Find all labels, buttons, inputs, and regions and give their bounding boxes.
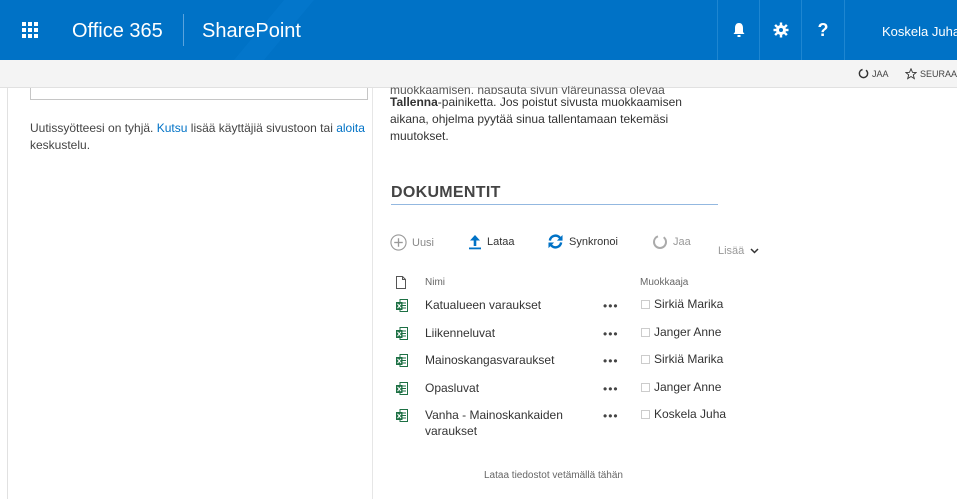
document-row[interactable]: Liikenneluvat ••• Janger Anne bbox=[0, 325, 957, 345]
question-icon: ? bbox=[817, 19, 829, 40]
modified-by-link[interactable]: Janger Anne bbox=[654, 325, 721, 339]
presence-indicator bbox=[641, 410, 650, 419]
item-menu-button[interactable]: ••• bbox=[603, 299, 619, 313]
chevron-down-icon bbox=[750, 248, 759, 254]
document-row[interactable]: Katualueen varaukset ••• Sirkiä Marika bbox=[0, 297, 957, 317]
newsfeed-end-text: keskustelu. bbox=[30, 138, 91, 152]
presence-indicator bbox=[641, 355, 650, 364]
save-word: Tallenna bbox=[390, 95, 438, 109]
item-menu-button[interactable]: ••• bbox=[603, 382, 619, 396]
document-name-link[interactable]: Opasluvat bbox=[425, 380, 585, 396]
upload-label: Lataa bbox=[487, 236, 515, 248]
share-button[interactable]: JAA bbox=[858, 68, 889, 79]
more-button[interactable]: Lisää bbox=[718, 245, 759, 257]
more-label: Lisää bbox=[718, 245, 745, 257]
modified-by-link[interactable]: Koskela Juha bbox=[654, 407, 726, 421]
modified-by-link[interactable]: Sirkiä Marika bbox=[654, 297, 723, 311]
share-icon bbox=[653, 235, 667, 249]
item-menu-button[interactable]: ••• bbox=[603, 327, 619, 341]
document-name-link[interactable]: Liikenneluvat bbox=[425, 325, 585, 341]
sync-icon bbox=[548, 234, 563, 249]
notifications-button[interactable] bbox=[718, 0, 760, 60]
sync-button[interactable]: Synkronoi bbox=[547, 234, 618, 249]
settings-button[interactable] bbox=[760, 0, 802, 60]
share-icon bbox=[858, 68, 869, 79]
new-label: Uusi bbox=[412, 236, 435, 249]
follow-label: SEURAA bbox=[920, 69, 957, 79]
excel-file-icon bbox=[396, 327, 408, 340]
column-divider bbox=[372, 88, 373, 499]
documents-title-underline bbox=[391, 204, 718, 205]
newsfeed-empty-message: Uutissyötteesi on tyhjä. Kutsu lisää käy… bbox=[30, 120, 370, 154]
excel-file-icon bbox=[396, 299, 408, 312]
excel-file-icon bbox=[396, 354, 408, 367]
presence-indicator bbox=[641, 383, 650, 392]
newsfeed-empty-text: Uutissyötteesi on tyhjä. bbox=[30, 121, 154, 135]
column-header-modified-by[interactable]: Muokkaaja bbox=[640, 277, 688, 288]
document-name-link[interactable]: Vanha - Mainoskankaiden varaukset bbox=[425, 407, 585, 439]
invite-link[interactable]: Kutsu bbox=[157, 121, 188, 135]
help-button[interactable]: ? bbox=[802, 0, 844, 60]
presence-indicator bbox=[641, 300, 650, 309]
drop-files-hint: Lataa tiedostot vetämällä tähän bbox=[484, 470, 623, 481]
document-row[interactable]: Mainoskangasvaraukset ••• Sirkiä Marika bbox=[0, 352, 957, 372]
document-row[interactable]: Opasluvat ••• Janger Anne bbox=[0, 380, 957, 400]
ribbon-bar bbox=[0, 60, 957, 88]
sharepoint-link[interactable]: SharePoint bbox=[202, 20, 301, 43]
document-name-link[interactable]: Mainoskangasvaraukset bbox=[425, 352, 585, 368]
item-menu-button[interactable]: ••• bbox=[603, 354, 619, 368]
upload-button[interactable]: Lataa bbox=[468, 234, 515, 250]
upload-arrow-icon bbox=[469, 235, 481, 250]
presence-indicator bbox=[641, 328, 650, 337]
gear-icon bbox=[773, 22, 789, 38]
follow-button[interactable]: SEURAA bbox=[905, 68, 957, 80]
modified-by-link[interactable]: Janger Anne bbox=[654, 380, 721, 394]
plus-circle-icon bbox=[390, 234, 407, 251]
share-label: JAA bbox=[872, 68, 889, 79]
bell-icon bbox=[733, 23, 745, 37]
office365-brand[interactable]: Office 365 bbox=[72, 20, 163, 43]
user-menu[interactable]: Koskela Juha bbox=[882, 24, 957, 39]
modified-by-link[interactable]: Sirkiä Marika bbox=[654, 352, 723, 366]
sync-label: Synkronoi bbox=[569, 235, 618, 248]
app-launcher-button[interactable] bbox=[0, 0, 60, 60]
suitebar-divider bbox=[844, 0, 845, 60]
item-menu-button[interactable]: ••• bbox=[603, 409, 619, 423]
share-doc-label: Jaa bbox=[673, 236, 691, 248]
document-type-icon[interactable] bbox=[396, 276, 406, 289]
excel-file-icon bbox=[396, 409, 408, 422]
newsfeed-post-box[interactable] bbox=[30, 88, 368, 100]
star-icon bbox=[905, 68, 917, 80]
left-nav-edge bbox=[0, 88, 8, 499]
new-document-button[interactable]: Uusi bbox=[390, 234, 434, 251]
waffle-icon bbox=[22, 22, 38, 38]
document-name-link[interactable]: Katualueen varaukset bbox=[425, 297, 585, 313]
edit-instructions: muokkaamisen, napsauta sivun yläreunassa… bbox=[390, 86, 720, 145]
document-row[interactable]: Vanha - Mainoskankaiden varaukset ••• Kosk… bbox=[0, 407, 957, 438]
edit-clipped-line: muokkaamisen, napsauta sivun yläreunassa… bbox=[390, 86, 665, 94]
share-document-button[interactable]: Jaa bbox=[652, 234, 691, 250]
documents-title[interactable]: DOKUMENTIT bbox=[391, 184, 501, 202]
excel-file-icon bbox=[396, 382, 408, 395]
newsfeed-middle-text: lisää käyttäjiä sivustoon tai bbox=[190, 121, 333, 135]
column-header-name[interactable]: Nimi bbox=[425, 277, 445, 288]
start-conversation-link[interactable]: aloita bbox=[336, 121, 365, 135]
